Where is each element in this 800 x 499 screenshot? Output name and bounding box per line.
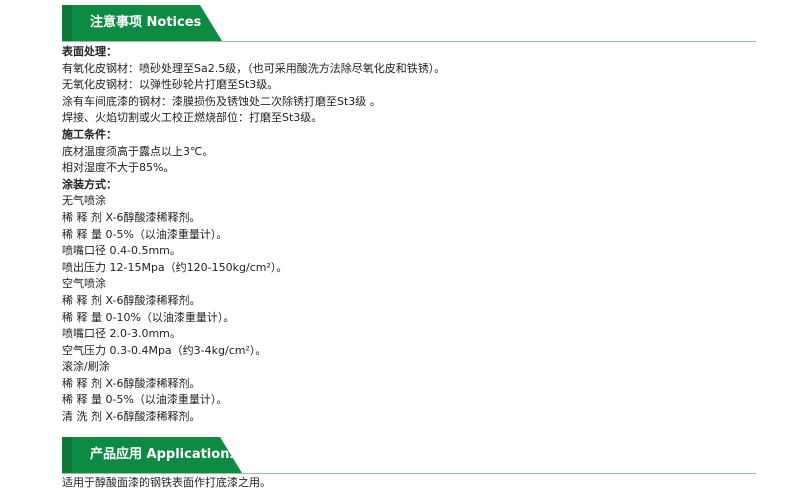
- header-accent-block: [62, 5, 72, 41]
- applications-header: 产品应用 Applications: [62, 437, 756, 474]
- notice-line: 焊接、火焰切割或火工校正燃烧部位：打磨至St3级。: [62, 111, 323, 125]
- notice-line: 稀 释 剂 X-6醇酸漆稀释剂。: [62, 210, 201, 224]
- notice-line: 空气压力 0.3-0.4Mpa（约3-4kg/cm²）。: [62, 343, 267, 357]
- notice-subheading: 表面处理：: [62, 45, 117, 58]
- applications-text: 适用于醇酸面漆的钢铁表面作打底漆之用。: [62, 476, 271, 489]
- notice-line: 稀 释 剂 X-6醇酸漆稀释剂。: [62, 376, 201, 390]
- notice-line: 无气喷涂: [62, 194, 106, 208]
- notice-line: 有氧化皮钢材：喷砂处理至Sa2.5级，（也可采用酸洗方法除尽氧化皮和铁锈）。: [62, 61, 446, 75]
- notice-subheading: 施工条件：: [62, 127, 117, 141]
- notice-line: 喷嘴口径 0.4-0.5mm。: [62, 244, 181, 258]
- notice-line: 稀 释 量 0-5%（以油漆重量计）。: [62, 393, 228, 407]
- notice-line: 滚涂/刷涂: [62, 360, 110, 374]
- notice-line: 无氧化皮钢材：以弹性砂轮片打磨至St3级。: [62, 78, 279, 92]
- notice-line: 清 洗 剂 X-6醇酸漆稀释剂。: [62, 410, 201, 424]
- notice-line: 稀 释 剂 X-6醇酸漆稀释剂。: [62, 293, 201, 307]
- header-title-bar: 注意事项 Notices: [72, 5, 222, 41]
- notice-line: 稀 释 量 0-5%（以油漆重量计）。: [62, 227, 228, 241]
- notices-title: 注意事项 Notices: [90, 15, 202, 30]
- notice-line: 底材温度须高于露点以上3℃。: [62, 144, 214, 158]
- notice-line: 涂有车间底漆的钢材：漆膜损伤及锈蚀处二次除锈打磨至St3级 。: [62, 94, 381, 108]
- applications-title: 产品应用 Applications: [90, 447, 238, 462]
- header-title-bar: 产品应用 Applications: [72, 437, 242, 473]
- notices-content: 表面处理： 有氧化皮钢材：喷砂处理至Sa2.5级，（也可采用酸洗方法除尽氧化皮和铁…: [62, 44, 752, 426]
- notice-line: 喷出压力 12-15Mpa（约120-150kg/cm²）。: [62, 260, 288, 274]
- notice-line: 空气喷涂: [62, 277, 106, 291]
- header-accent-block: [62, 437, 72, 473]
- notice-line: 相对湿度不大于85%。: [62, 161, 175, 175]
- notice-line: 稀 释 量 0-10%（以油漆重量计）。: [62, 310, 235, 324]
- notice-subheading: 涂装方式：: [62, 177, 117, 191]
- applications-content: 适用于醇酸面漆的钢铁表面作打底漆之用。: [62, 475, 752, 492]
- notice-line: 喷嘴口径 2.0-3.0mm。: [62, 327, 181, 341]
- notices-header: 注意事项 Notices: [62, 5, 756, 42]
